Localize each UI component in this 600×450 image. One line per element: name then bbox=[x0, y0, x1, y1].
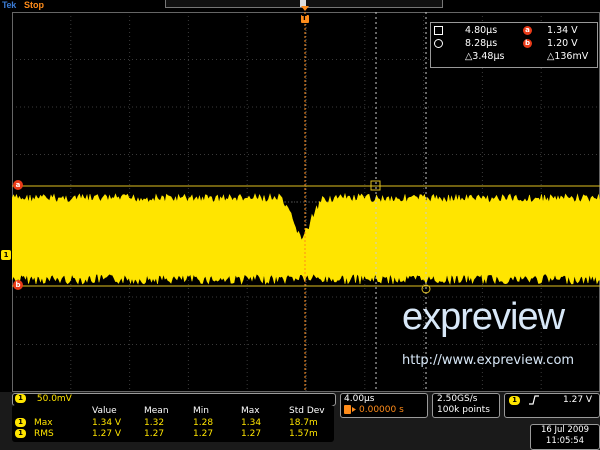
trigger-level: 1.27 V bbox=[563, 395, 593, 405]
datetime-display: 16 Jul 2009 11:05:54 bbox=[530, 424, 600, 450]
cursor-a-marker[interactable]: a bbox=[13, 180, 23, 190]
meas-cell: 18.7m bbox=[289, 418, 318, 428]
meas-row-max-channel: 1 bbox=[15, 418, 26, 427]
meas-row-max-name: Max bbox=[34, 418, 53, 428]
meas-row-max[interactable]: 1 bbox=[15, 418, 26, 428]
cursor-a-badge: a bbox=[523, 26, 532, 35]
measurements-panel[interactable] bbox=[12, 405, 334, 442]
meas-cell: 1.28 bbox=[193, 418, 214, 428]
trigger-delay-icon bbox=[344, 405, 356, 417]
trigger-source-badge: 1 bbox=[509, 396, 520, 405]
meas-header-max: Max bbox=[241, 406, 260, 416]
meas-header-mean: Mean bbox=[144, 406, 169, 416]
cursor-row-1 bbox=[434, 25, 443, 36]
time-text: 11:05:54 bbox=[545, 436, 585, 446]
meas-cell: 1.32 bbox=[144, 418, 165, 428]
rising-edge-icon bbox=[529, 395, 539, 408]
date-text: 16 Jul 2009 bbox=[540, 425, 590, 435]
cursor-square-icon bbox=[434, 26, 443, 35]
meas-cell: 1.27 bbox=[193, 429, 214, 439]
sample-rate: 2.50GS/s bbox=[437, 394, 478, 404]
timebase-scale: 4.00µs bbox=[344, 394, 375, 404]
cursor-a-volt: 1.34 V bbox=[547, 25, 578, 36]
ch1-ground-marker[interactable]: 1 bbox=[1, 250, 11, 260]
meas-row-rms-channel: 1 bbox=[15, 429, 26, 438]
cursor-delta-volt: △136mV bbox=[547, 51, 589, 62]
timebase-panel[interactable]: 4.00µs 0.00000 s bbox=[340, 393, 428, 418]
cursor-b-badge: b bbox=[523, 39, 532, 48]
meas-row-rms-name: RMS bbox=[34, 429, 54, 439]
meas-cell: 1.57m bbox=[289, 429, 318, 439]
meas-cell: 1.34 V bbox=[92, 418, 122, 428]
acquisition-panel[interactable]: 2.50GS/s 100k points bbox=[432, 393, 500, 418]
brand-logo: Tek bbox=[2, 0, 16, 10]
cursor-b-time: 8.28µs bbox=[465, 38, 498, 49]
meas-cell: 1.27 bbox=[241, 429, 262, 439]
trigger-delay-value: 0.00000 s bbox=[359, 405, 404, 415]
acquisition-status[interactable]: Stop bbox=[24, 0, 44, 10]
trigger-panel[interactable]: 1 1.27 V bbox=[504, 393, 600, 418]
cursor-a-time: 4.80µs bbox=[465, 25, 498, 36]
meas-cell: 1.27 V bbox=[92, 429, 122, 439]
meas-header-stddev: Std Dev bbox=[289, 406, 325, 416]
watermark-logo: expreview bbox=[402, 296, 565, 338]
watermark-url: http://www.expreview.com bbox=[402, 353, 575, 368]
ch1-badge: 1 bbox=[15, 394, 26, 403]
meas-header-min: Min bbox=[193, 406, 209, 416]
cursor-circle-icon bbox=[434, 39, 443, 48]
record-length: 100k points bbox=[437, 405, 490, 415]
trigger-position-label: T bbox=[302, 14, 307, 22]
meas-cell: 1.34 bbox=[241, 418, 262, 428]
cursor-b-volt: 1.20 V bbox=[547, 38, 578, 49]
cursor-b-marker[interactable]: b bbox=[13, 280, 23, 290]
cursor-readout[interactable]: 4.80µs a 1.34 V 8.28µs b 1.20 V △3.48µs … bbox=[430, 22, 598, 68]
meas-row-rms[interactable]: 1 bbox=[15, 429, 26, 439]
meas-cell: 1.27 bbox=[144, 429, 165, 439]
ch1-scale: 50.0mV bbox=[36, 394, 72, 404]
meas-header-value: Value bbox=[92, 406, 117, 416]
cursor-delta-time: △3.48µs bbox=[465, 51, 505, 62]
